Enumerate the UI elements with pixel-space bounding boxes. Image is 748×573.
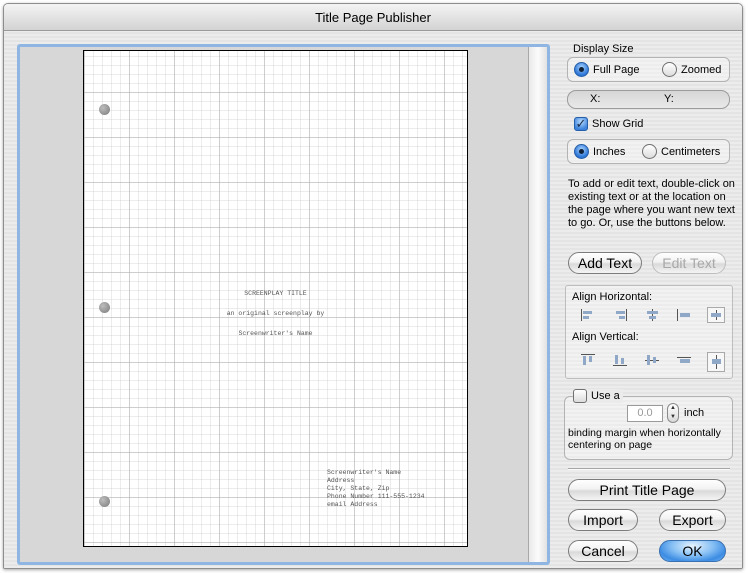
export-button[interactable]: Export: [659, 509, 726, 531]
checkbox-empty-icon: [573, 389, 587, 403]
align-vertical-label: Align Vertical:: [572, 331, 639, 343]
coordinates-readout: X: Y:: [567, 90, 730, 109]
margin-stepper[interactable]: ▲ ▼: [667, 403, 679, 423]
align-vertical-center-selected-icon[interactable]: [707, 352, 725, 372]
binding-hole-icon: [99, 104, 110, 115]
window-title: Title Page Publisher: [4, 4, 742, 31]
import-button[interactable]: Import: [568, 509, 638, 531]
binding-hole-icon: [99, 496, 110, 507]
align-middle-icon[interactable]: [645, 354, 659, 366]
title-page[interactable]: SCREENPLAY TITLE an original screenplay …: [83, 50, 468, 547]
edit-text-button[interactable]: Edit Text: [652, 252, 726, 274]
contact-line: Phone Number 111-555-1234: [327, 493, 425, 500]
x-coordinate-label: X:: [590, 93, 601, 105]
add-text-button[interactable]: Add Text: [568, 252, 642, 274]
full-page-radio[interactable]: Full Page: [574, 62, 639, 77]
radio-empty-icon: [662, 62, 677, 77]
show-grid-label: Show Grid: [592, 118, 644, 130]
contact-line: City, State, Zip: [327, 485, 390, 492]
inches-radio[interactable]: Inches: [574, 144, 625, 159]
use-a-label: Use a: [591, 390, 620, 402]
display-size-group: Full Page Zoomed: [567, 57, 730, 82]
centimeters-label: Centimeters: [661, 145, 721, 158]
preview-scrollbar[interactable]: [528, 47, 547, 562]
zoomed-radio[interactable]: Zoomed: [662, 62, 721, 77]
display-size-label: Display Size: [573, 43, 634, 55]
align-left-icon[interactable]: [581, 309, 595, 321]
contact-line: email Address: [327, 501, 378, 508]
radio-empty-icon: [642, 144, 657, 159]
print-title-page-button[interactable]: Print Title Page: [568, 479, 726, 501]
radio-selected-icon: [574, 144, 589, 159]
align-inside-left-icon[interactable]: [677, 309, 691, 321]
align-horizontal-label: Align Horizontal:: [572, 291, 653, 303]
align-top-icon[interactable]: [581, 354, 595, 366]
contact-line: Address: [327, 477, 355, 484]
page-preview-area[interactable]: SCREENPLAY TITLE an original screenplay …: [20, 47, 547, 562]
align-center-selected-icon[interactable]: [707, 307, 725, 323]
binding-margin-group: Use a 0.0 ▲ ▼ inch binding margin when ho…: [564, 389, 733, 460]
full-page-label: Full Page: [593, 63, 640, 76]
contact-block[interactable]: Screenwriter's Name Address City, State,…: [327, 469, 425, 509]
zoomed-label: Zoomed: [681, 63, 722, 76]
binding-margin-input[interactable]: 0.0: [627, 405, 663, 422]
window-content: SCREENPLAY TITLE an original screenplay …: [4, 31, 742, 568]
y-coordinate-label: Y:: [664, 93, 674, 105]
divider: [568, 468, 730, 470]
title-page-publisher-window: Title Page Publisher SCREENPLAY TITLE an…: [3, 3, 743, 569]
writer-name-text[interactable]: Screenwriter's Name: [84, 330, 467, 337]
alignment-group: Align Horizontal: Align Vertical:: [565, 285, 733, 379]
screenplay-title-text[interactable]: SCREENPLAY TITLE: [84, 290, 467, 297]
show-grid-checkbox[interactable]: ✓ Show Grid: [574, 117, 643, 131]
align-center-icon[interactable]: [645, 309, 659, 321]
align-bottom-icon[interactable]: [613, 354, 627, 366]
radio-selected-icon: [574, 62, 589, 77]
ok-button[interactable]: OK: [659, 540, 726, 562]
units-group: Inches Centimeters: [567, 139, 730, 164]
page-preview-frame[interactable]: SCREENPLAY TITLE an original screenplay …: [17, 44, 550, 565]
inches-label: Inches: [593, 145, 626, 158]
contact-line: Screenwriter's Name: [327, 469, 402, 476]
instructions-text: To add or edit text, double-click on exi…: [568, 178, 735, 229]
centimeters-radio[interactable]: Centimeters: [642, 144, 720, 159]
align-right-icon[interactable]: [613, 309, 627, 321]
binding-margin-description: binding margin when horizontally centeri…: [568, 427, 721, 451]
checkmark-icon: ✓: [574, 116, 588, 131]
use-binding-margin-checkbox[interactable]: Use a: [573, 389, 623, 403]
cancel-button[interactable]: Cancel: [568, 540, 638, 562]
inch-unit-label: inch: [684, 407, 705, 419]
align-spread-icon[interactable]: [677, 354, 691, 366]
subtitle-text[interactable]: an original screenplay by: [84, 310, 467, 317]
